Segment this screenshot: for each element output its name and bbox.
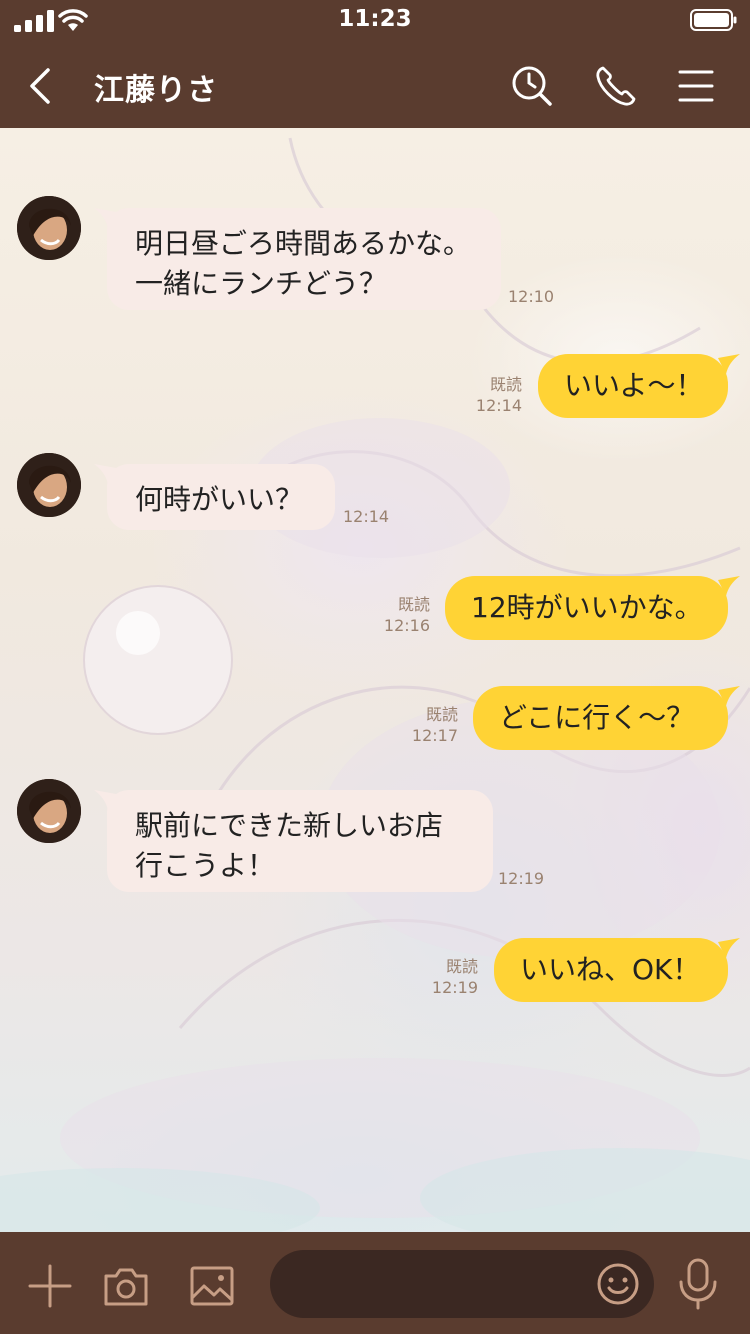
message-text: 駅前にできた新しいお店 bbox=[135, 809, 444, 842]
camera-icon[interactable] bbox=[102, 1262, 150, 1310]
chat-header: 江藤りさ bbox=[0, 42, 750, 128]
message-text: 一緒にランチどう？ bbox=[135, 267, 388, 300]
message-bubble-incoming[interactable]: 駅前にできた新しいお店 行こうよ！ bbox=[107, 790, 493, 892]
battery-icon bbox=[690, 9, 737, 31]
message-meta: 12:10 bbox=[508, 286, 554, 307]
chevron-left-icon[interactable] bbox=[24, 64, 58, 108]
message-bubble-outgoing[interactable]: どこに行く～？ bbox=[473, 686, 728, 750]
avatar-image bbox=[17, 196, 81, 260]
contact-name[interactable]: 江藤りさ bbox=[94, 65, 218, 109]
message-time: 12:19 bbox=[498, 869, 545, 888]
message-time: 12:19 bbox=[431, 978, 478, 997]
message-text: 12時がいいかな。 bbox=[471, 591, 703, 624]
microphone-icon[interactable] bbox=[676, 1258, 720, 1310]
message-bubble-outgoing[interactable]: いいね、OK！ bbox=[494, 938, 728, 1002]
message-time: 12:14 bbox=[343, 507, 390, 526]
status-bar: 11:23 bbox=[0, 0, 750, 42]
message-bubble-outgoing[interactable]: いいよ～！ bbox=[538, 354, 728, 418]
message-bubble-incoming[interactable]: 何時がいい？ bbox=[107, 464, 335, 530]
smiley-icon[interactable] bbox=[596, 1262, 640, 1306]
message-text: いいよ～！ bbox=[564, 369, 704, 402]
avatar[interactable] bbox=[17, 196, 81, 260]
message-meta: 既読 12:17 bbox=[406, 704, 458, 746]
read-receipt: 既読 bbox=[445, 957, 478, 976]
avatar[interactable] bbox=[17, 779, 81, 843]
message-time: 12:16 bbox=[383, 616, 430, 635]
clock-search-icon[interactable] bbox=[510, 64, 554, 108]
message-text: 行こうよ！ bbox=[135, 849, 276, 882]
message-text: いいね、OK！ bbox=[520, 953, 701, 986]
read-receipt: 既読 bbox=[489, 375, 522, 394]
message-time: 12:10 bbox=[508, 287, 555, 306]
bubble-tail bbox=[718, 576, 740, 596]
avatar-image bbox=[17, 779, 81, 843]
plus-icon[interactable] bbox=[26, 1262, 74, 1310]
message-time: 12:14 bbox=[475, 396, 522, 415]
bubble-tail bbox=[718, 938, 740, 958]
message-meta: 既読 12:14 bbox=[470, 374, 522, 416]
chat-area[interactable]: 明日昼ごろ時間あるかな。 一緒にランチどう？ 12:10 既読 12:14 いい… bbox=[0, 128, 750, 1232]
status-time: 11:23 bbox=[338, 6, 412, 32]
avatar-image bbox=[17, 453, 81, 517]
read-receipt: 既読 bbox=[425, 705, 458, 724]
menu-icon[interactable] bbox=[678, 68, 714, 104]
bubble-tail bbox=[718, 686, 740, 706]
message-bubble-incoming[interactable]: 明日昼ごろ時間あるかな。 一緒にランチどう？ bbox=[107, 208, 501, 310]
message-text: どこに行く～？ bbox=[499, 701, 695, 734]
message-meta: 既読 12:16 bbox=[378, 594, 430, 636]
message-text: 何時がいい？ bbox=[135, 483, 304, 516]
chat-screen: 11:23 江藤りさ 明日昼ごろ時間あるかな。 一緒にランチどう？ 12:10 … bbox=[0, 0, 750, 1334]
message-time: 12:17 bbox=[411, 726, 458, 745]
bubble-tail bbox=[718, 354, 740, 374]
message-meta: 12:19 bbox=[498, 868, 544, 889]
read-receipt: 既読 bbox=[397, 595, 430, 614]
message-bubble-outgoing[interactable]: 12時がいいかな。 bbox=[445, 576, 728, 640]
image-icon[interactable] bbox=[188, 1262, 236, 1310]
phone-icon[interactable] bbox=[594, 64, 638, 108]
avatar[interactable] bbox=[17, 453, 81, 517]
message-meta: 既読 12:19 bbox=[426, 956, 478, 998]
message-text: 明日昼ごろ時間あるかな。 bbox=[135, 227, 472, 260]
message-meta: 12:14 bbox=[343, 506, 389, 527]
